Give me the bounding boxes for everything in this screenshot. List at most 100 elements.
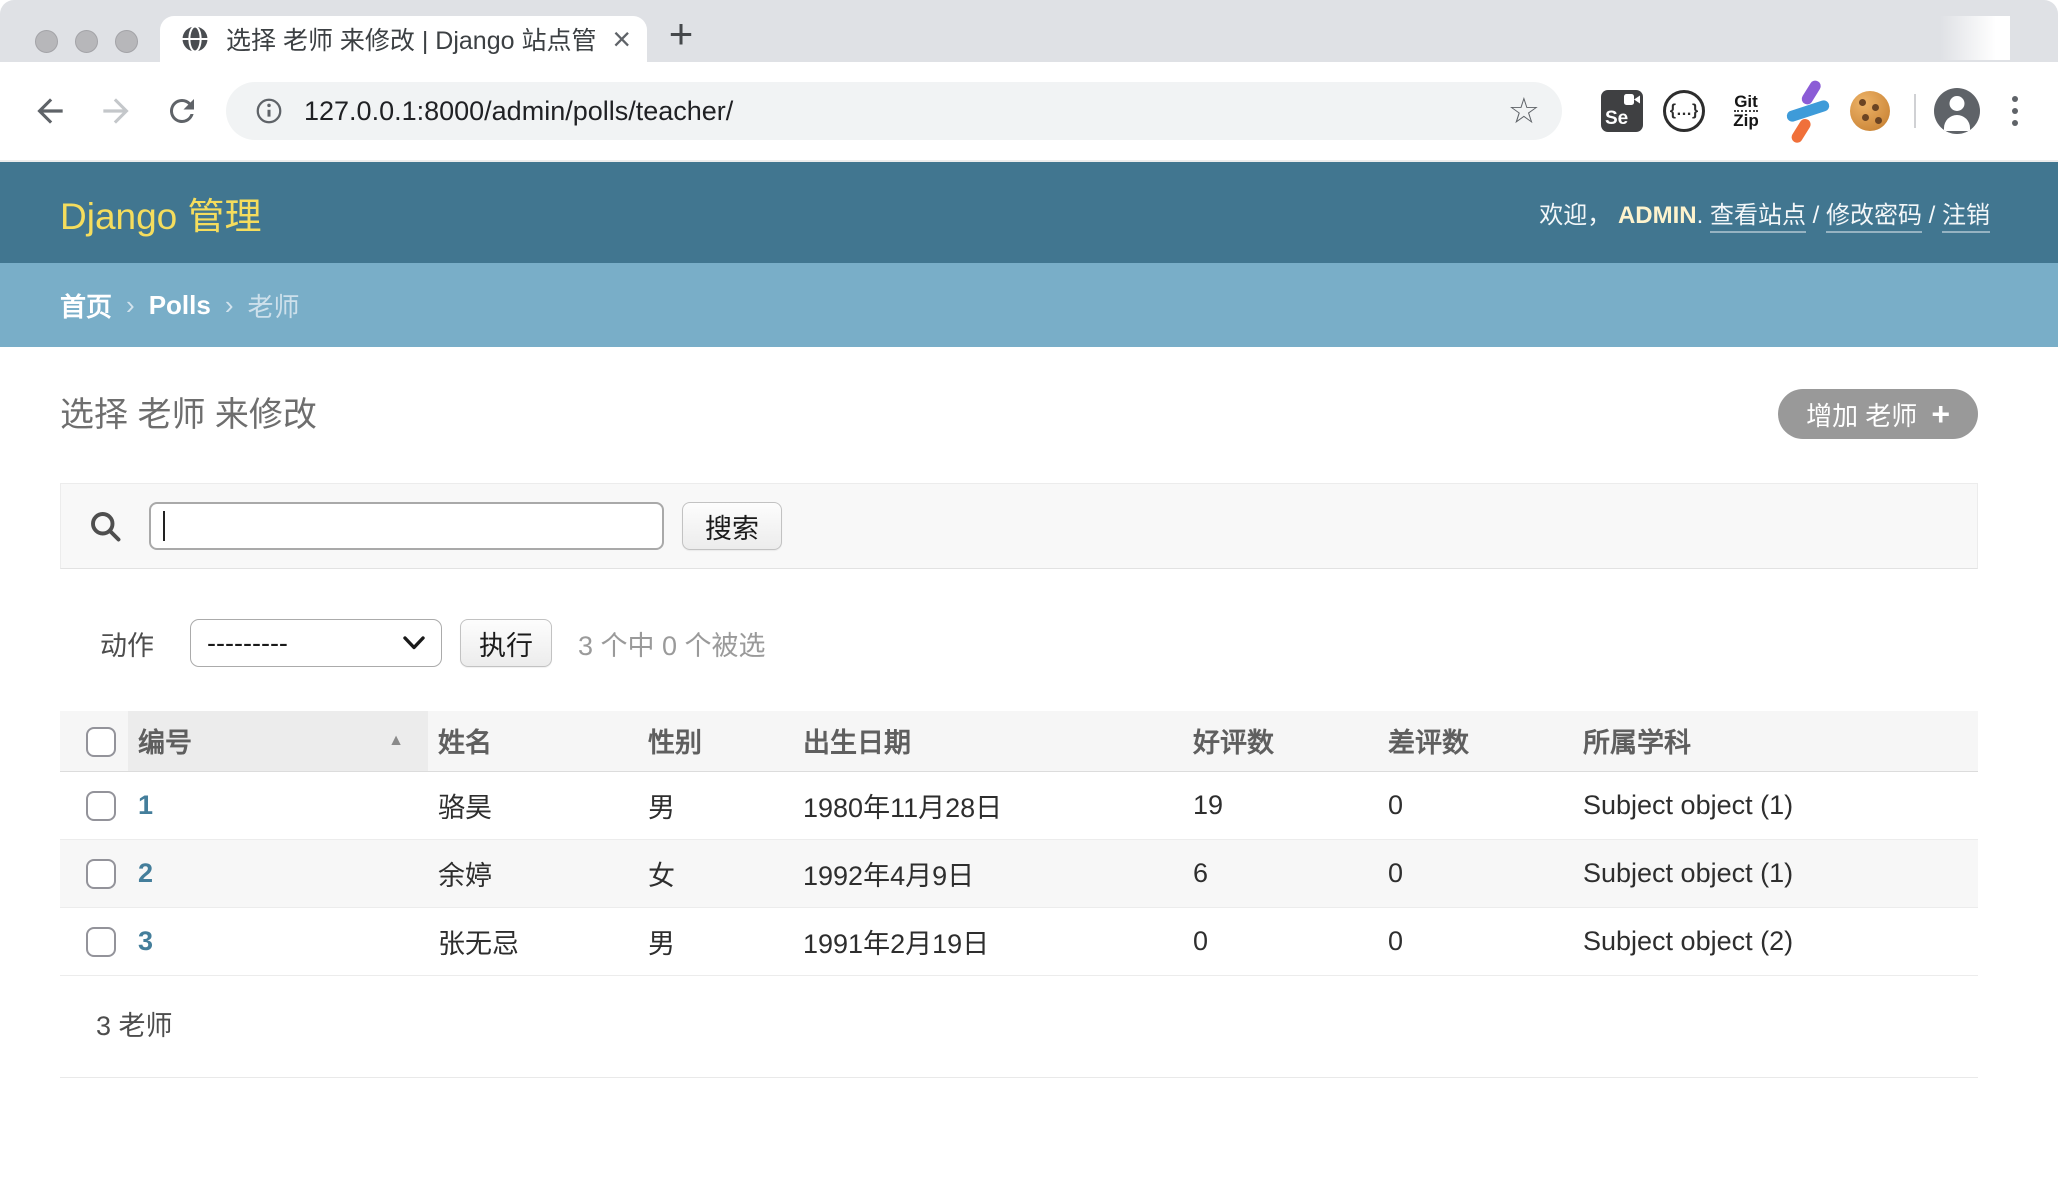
url-bar[interactable]: 127.0.0.1:8000/admin/polls/teacher/ ☆ — [226, 82, 1562, 140]
table-row: 3 张无忌 男 1991年2月19日 0 0 Subject object (2… — [60, 907, 1978, 975]
user-tools: 欢迎， ADMIN. 查看站点 / 修改密码 / 注销 — [1539, 195, 1990, 230]
cell-bad-count: 0 — [1378, 839, 1573, 907]
result-table: 编号 ▲ 姓名 性别 出生日期 好评数 差评数 所属学科 1 骆昊 — [60, 711, 1978, 976]
new-tab-button[interactable]: + — [655, 8, 707, 60]
title-row: 选择 老师 来修改 增加 老师 + — [60, 347, 1978, 439]
reload-icon[interactable] — [160, 89, 204, 133]
asterisk-glyph — [1785, 88, 1831, 134]
actions-label: 动作 — [100, 624, 154, 663]
column-header-name[interactable]: 姓名 — [428, 711, 638, 771]
cell-birthdate: 1992年4月9日 — [793, 839, 1183, 907]
tab-strip: 选择 老师 来修改 | Django 站点管 × + — [0, 0, 2058, 62]
search-input-wrap — [149, 502, 664, 550]
minimize-window-button[interactable] — [75, 30, 98, 53]
column-header-good-count[interactable]: 好评数 — [1183, 711, 1378, 771]
search-input[interactable] — [149, 502, 664, 550]
row-id-link[interactable]: 3 — [138, 926, 153, 956]
gitzip-extension-icon[interactable]: Git Zip — [1722, 87, 1770, 135]
globe-favicon-icon — [180, 24, 210, 54]
cell-good-count: 6 — [1183, 839, 1378, 907]
row-id-link[interactable]: 2 — [138, 858, 153, 888]
cell-bad-count: 0 — [1378, 907, 1573, 975]
plus-icon: + — [1931, 398, 1950, 430]
gitzip-top-text: Git — [1734, 93, 1758, 112]
browser-toolbar: 127.0.0.1:8000/admin/polls/teacher/ ☆ Se… — [0, 62, 2058, 162]
cell-good-count: 0 — [1183, 907, 1378, 975]
action-select[interactable]: --------- — [190, 619, 442, 667]
gitzip-label: Git Zip — [1733, 93, 1759, 129]
gitzip-bottom-text: Zip — [1733, 112, 1759, 129]
execute-action-button[interactable]: 执行 — [460, 619, 552, 667]
row-checkbox[interactable] — [86, 927, 116, 957]
profile-avatar[interactable] — [1934, 88, 1980, 134]
cell-subject: Subject object (1) — [1573, 771, 1978, 839]
toolbar-divider — [1914, 94, 1916, 128]
sort-ascending-icon[interactable]: ▲ — [388, 732, 404, 750]
row-checkbox[interactable] — [86, 791, 116, 821]
change-password-link[interactable]: 修改密码 — [1826, 202, 1922, 233]
table-header-row: 编号 ▲ 姓名 性别 出生日期 好评数 差评数 所属学科 — [60, 711, 1978, 771]
cell-name: 张无忌 — [428, 907, 638, 975]
cookie-glyph — [1850, 91, 1890, 131]
forward-icon[interactable] — [94, 89, 138, 133]
asterisk-extension-icon[interactable] — [1784, 87, 1832, 135]
selenium-extension-icon[interactable]: Se — [1598, 87, 1646, 135]
cell-gender: 男 — [638, 771, 793, 839]
user-tools-separator: / — [1813, 202, 1820, 229]
site-title-link[interactable]: Django 管理 — [60, 186, 262, 240]
selection-counter: 3 个中 0 个被选 — [578, 624, 766, 663]
column-header-bad-count[interactable]: 差评数 — [1378, 711, 1573, 771]
cell-name: 骆昊 — [428, 771, 638, 839]
cell-bad-count: 0 — [1378, 771, 1573, 839]
browser-menu-icon[interactable] — [2000, 96, 2030, 126]
cell-subject: Subject object (2) — [1573, 907, 1978, 975]
column-header-gender[interactable]: 性别 — [638, 711, 793, 771]
welcome-text: 欢迎， — [1539, 202, 1611, 229]
breadcrumb-separator: › — [126, 290, 135, 321]
breadcrumb-current: 老师 — [248, 287, 300, 324]
browser-window: 选择 老师 来修改 | Django 站点管 × + 127.0.0.1:800… — [0, 0, 2058, 1186]
tab-close-icon[interactable]: × — [612, 23, 631, 55]
cookie-extension-icon[interactable] — [1846, 87, 1894, 135]
tab-title-fade — [1940, 16, 2010, 60]
cell-birthdate: 1991年2月19日 — [793, 907, 1183, 975]
action-select-value: --------- — [207, 628, 288, 659]
back-icon[interactable] — [28, 89, 72, 133]
actions-row: 动作 --------- 执行 3 个中 0 个被选 — [60, 619, 1978, 667]
browser-tab[interactable]: 选择 老师 来修改 | Django 站点管 × — [160, 16, 647, 62]
breadcrumb-home-link[interactable]: 首页 — [60, 287, 112, 324]
chevron-down-icon — [403, 636, 425, 650]
username-suffix: . — [1697, 202, 1704, 229]
view-site-link[interactable]: 查看站点 — [1710, 202, 1806, 233]
table-row: 2 余婷 女 1992年4月9日 6 0 Subject object (1) — [60, 839, 1978, 907]
json-viewer-extension-icon[interactable]: {…} — [1660, 87, 1708, 135]
url-text[interactable]: 127.0.0.1:8000/admin/polls/teacher/ — [304, 96, 1508, 127]
zoom-window-button[interactable] — [115, 30, 138, 53]
close-window-button[interactable] — [35, 30, 58, 53]
column-header-id-label: 编号 — [138, 721, 192, 760]
breadcrumb-app-link[interactable]: Polls — [149, 290, 211, 321]
row-id-link[interactable]: 1 — [138, 790, 153, 820]
column-header-id[interactable]: 编号 ▲ — [128, 711, 428, 771]
cell-subject: Subject object (1) — [1573, 839, 1978, 907]
result-count: 3 老师 — [60, 976, 1978, 1078]
username-text: ADMIN — [1618, 202, 1697, 229]
search-icon — [87, 508, 123, 544]
add-teacher-label: 增加 老师 — [1806, 396, 1917, 433]
info-icon[interactable] — [254, 96, 284, 126]
cell-gender: 男 — [638, 907, 793, 975]
add-teacher-button[interactable]: 增加 老师 + — [1778, 389, 1978, 439]
select-all-checkbox[interactable] — [86, 727, 116, 757]
tab-title: 选择 老师 来修改 | Django 站点管 — [226, 21, 608, 57]
cell-name: 余婷 — [428, 839, 638, 907]
breadcrumb: 首页 › Polls › 老师 — [0, 263, 2058, 347]
page-title: 选择 老师 来修改 — [60, 387, 317, 436]
column-header-subject[interactable]: 所属学科 — [1573, 711, 1978, 771]
row-checkbox[interactable] — [86, 859, 116, 889]
bookmark-star-icon[interactable]: ☆ — [1508, 93, 1540, 129]
table-row: 1 骆昊 男 1980年11月28日 19 0 Subject object (… — [60, 771, 1978, 839]
search-button[interactable]: 搜索 — [682, 502, 782, 550]
window-controls — [35, 30, 138, 53]
logout-link[interactable]: 注销 — [1942, 202, 1990, 233]
column-header-birthdate[interactable]: 出生日期 — [793, 711, 1183, 771]
